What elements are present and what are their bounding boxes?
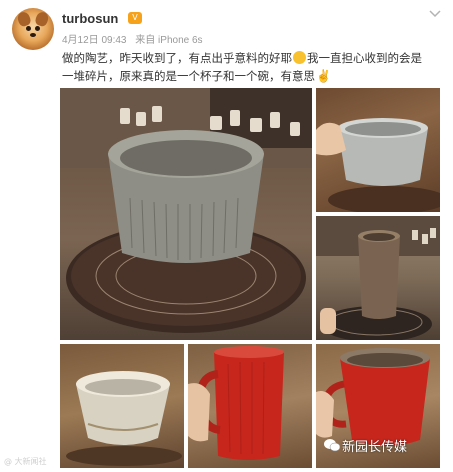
avatar[interactable] xyxy=(12,8,54,50)
post-text-part1: 做的陶艺，昨天收到了，有点出乎意料的好耶 xyxy=(62,53,292,65)
username[interactable]: turbosun xyxy=(62,11,118,26)
weibo-post: turbosun V 4月12日 09:43 来自 iPhone 6s 做的陶艺… xyxy=(0,0,453,472)
avatar-eye-right xyxy=(35,26,40,31)
photo-red-mug[interactable] xyxy=(188,344,312,468)
post-text: 做的陶艺，昨天收到了，有点出乎意料的好耶 我一直担心收到的会是一堆碎片，原来真的是… xyxy=(62,51,432,86)
weibo-watermark: @ 大新闻社 xyxy=(4,457,47,466)
photo-tall-cup[interactable] xyxy=(316,216,440,340)
heart-hands-emoji-icon: ✌ xyxy=(316,69,331,83)
chevron-down-icon[interactable] xyxy=(429,10,441,20)
avatar-ear-left xyxy=(15,10,33,28)
avatar-nose xyxy=(30,33,36,37)
post-source[interactable]: 来自 iPhone 6s xyxy=(135,35,202,46)
watermark-text: 新园长传媒 xyxy=(342,440,408,455)
wechat-icon xyxy=(324,437,341,452)
photo-bowl-illustration xyxy=(60,88,312,333)
photo-tall-cup-illustration xyxy=(316,216,440,340)
photo-bowl-on-wheel[interactable] xyxy=(60,88,312,340)
photo-cream-bowl[interactable] xyxy=(60,344,184,468)
grin-emoji-icon xyxy=(293,51,306,64)
avatar-eye-left xyxy=(26,26,31,31)
photo-hand-bowl[interactable] xyxy=(316,88,440,212)
vip-badge-icon: V xyxy=(128,12,142,24)
post-meta: 4月12日 09:43 来自 iPhone 6s xyxy=(62,31,203,46)
post-date: 4月12日 09:43 xyxy=(62,35,127,46)
photo-cream-bowl-illustration xyxy=(66,371,182,466)
photo-red-mug-illustration xyxy=(188,346,284,460)
photo-hand-bowl-illustration xyxy=(316,118,440,212)
